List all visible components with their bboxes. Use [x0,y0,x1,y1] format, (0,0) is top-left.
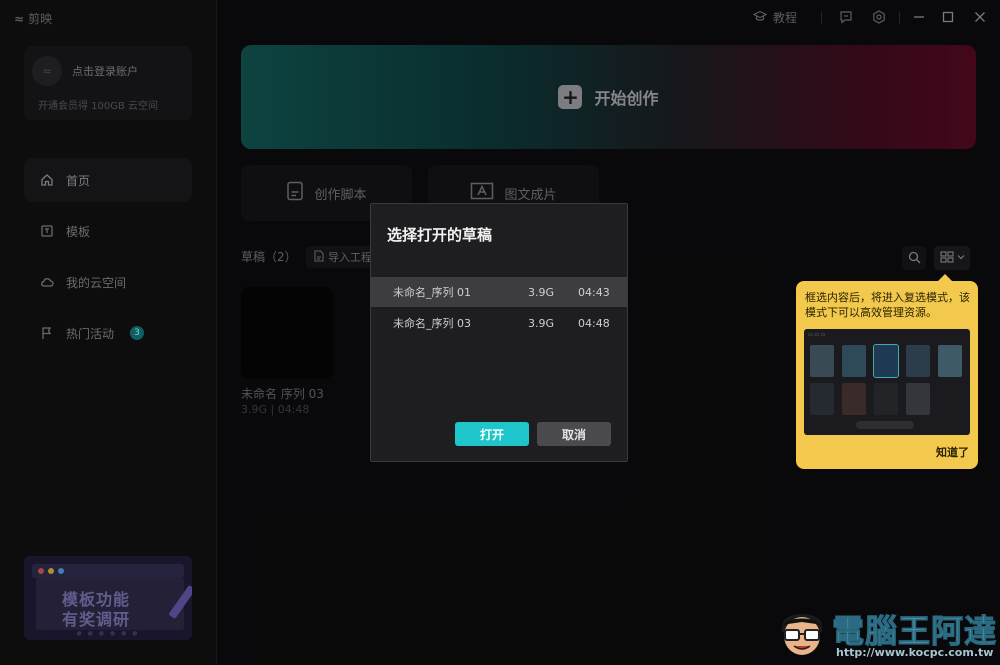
open-button[interactable]: 打开 [455,422,529,446]
draft-list-size: 3.9G [528,285,555,299]
watermark: 電腦王阿達 http://www.kocpc.com.tw [770,600,1000,665]
preview-thumb [810,383,834,415]
preview-thumb [938,345,962,377]
draft-list-item[interactable]: 未命名_序列 01 3.9G 04:43 [371,277,627,307]
preview-thumb [906,383,930,415]
tooltip-preview-image: ▭ ▭ ▭ [804,329,970,435]
preview-toolbar [856,421,914,429]
draft-list-name: 未命名_序列 01 [393,286,471,299]
preview-thumb [842,383,866,415]
cancel-button[interactable]: 取消 [537,422,611,446]
preview-thumb [842,345,866,377]
open-draft-dialog: 选择打开的草稿 未命名_序列 01 3.9G 04:43 未命名_序列 03 3… [370,203,628,462]
watermark-mascot-icon [776,604,828,660]
multiselect-tooltip: 框选内容后，将进入复选模式，该模式下可以高效管理资源。 ▭ ▭ ▭ 知道了 [796,274,978,469]
preview-header: ▭ ▭ ▭ [808,332,826,338]
draft-list-name: 未命名_序列 03 [393,317,471,330]
draft-list-item[interactable]: 未命名_序列 03 3.9G 04:48 [371,308,627,338]
preview-thumb [906,345,930,377]
preview-thumb [873,344,899,378]
preview-thumb [810,345,834,377]
dialog-title: 选择打开的草稿 [387,226,493,244]
draft-list-size: 3.9G [528,316,555,330]
draft-list-time: 04:43 [578,285,610,299]
watermark-url: http://www.kocpc.com.tw [836,646,994,659]
got-it-button[interactable]: 知道了 [936,444,969,460]
preview-thumb [874,383,898,415]
draft-list-time: 04:48 [578,316,610,330]
tooltip-text: 框选内容后，将进入复选模式，该模式下可以高效管理资源。 [805,291,970,319]
